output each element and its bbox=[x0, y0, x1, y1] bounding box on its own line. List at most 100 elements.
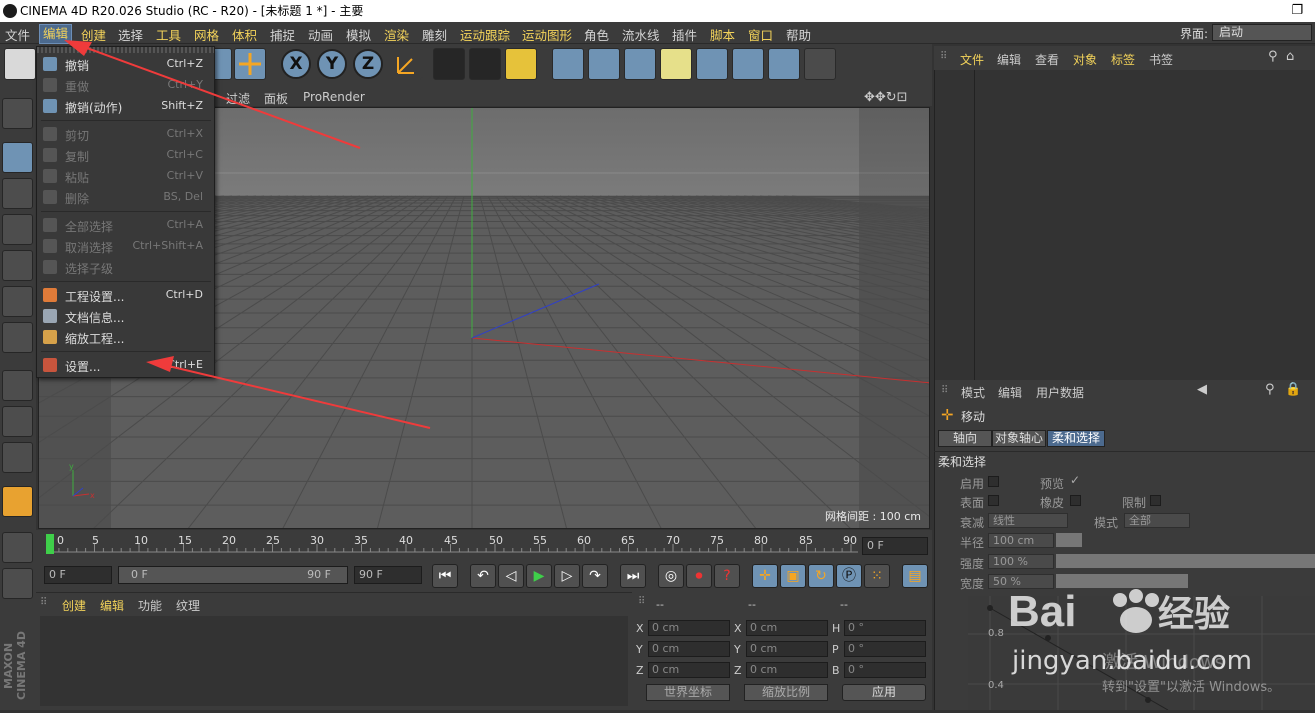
menu-item-copy[interactable]: 复制 Ctrl+C bbox=[39, 145, 213, 165]
key-rotation-icon[interactable]: ↻ bbox=[808, 564, 834, 588]
rubber-checkbox[interactable] bbox=[1070, 495, 1081, 506]
falloff-curve-graph[interactable]: 0.8 0.4 bbox=[968, 596, 1315, 711]
rotation-b-field[interactable]: 0 ° bbox=[844, 662, 926, 678]
x-axis-lock-icon[interactable]: X bbox=[281, 49, 311, 79]
menu-item-paste[interactable]: 粘贴 Ctrl+V bbox=[39, 166, 213, 186]
menu-tools[interactable]: 工具 bbox=[156, 25, 181, 44]
viewport-menu-filter[interactable]: 过滤 bbox=[226, 90, 250, 107]
size-z-field[interactable]: 0 cm bbox=[746, 662, 828, 678]
menu-item-deselect[interactable]: 取消选择 Ctrl+Shift+A bbox=[39, 236, 213, 256]
size-y-field[interactable]: 0 cm bbox=[746, 641, 828, 657]
scale-ratio-select[interactable]: 缩放比例 bbox=[744, 684, 828, 701]
array-generator-icon[interactable] bbox=[660, 48, 692, 80]
model-mode-icon[interactable] bbox=[2, 142, 33, 173]
object-manager[interactable] bbox=[934, 46, 1315, 380]
render-view-icon[interactable] bbox=[433, 48, 465, 80]
material-list[interactable] bbox=[40, 616, 628, 706]
material-menu-create[interactable]: 创建 bbox=[62, 597, 86, 614]
menu-edit[interactable]: 编辑 bbox=[39, 24, 73, 44]
next-frame-icon[interactable]: ▷ bbox=[554, 564, 580, 588]
menu-create[interactable]: 创建 bbox=[81, 25, 106, 44]
menu-item-delete[interactable]: 删除 BS, Del bbox=[39, 187, 213, 207]
material-menu-edit[interactable]: 编辑 bbox=[100, 597, 124, 614]
autokey-icon[interactable]: ⏺ bbox=[686, 564, 712, 588]
viewport-menu-panel[interactable]: 面板 bbox=[264, 90, 288, 107]
object-menu-bookmarks[interactable]: 书签 bbox=[1149, 51, 1173, 68]
menu-item-cut[interactable]: 剪切 Ctrl+X bbox=[39, 124, 213, 144]
solo-mode-icon[interactable] bbox=[2, 442, 33, 473]
prev-frame-icon[interactable]: ◁ bbox=[498, 564, 524, 588]
axis-mode-icon[interactable] bbox=[2, 370, 33, 401]
start-frame-field[interactable]: 0 F bbox=[44, 566, 112, 584]
record-keys-icon[interactable]: ◎ bbox=[658, 564, 684, 588]
menu-item-select-all[interactable]: 全部选择 Ctrl+A bbox=[39, 215, 213, 235]
rotation-p-field[interactable]: 0 ° bbox=[844, 641, 926, 657]
enable-checkbox[interactable] bbox=[988, 476, 999, 487]
timeline-ruler[interactable]: 0 5 10 15 20 25 30 35 40 45 50 55 60 65 … bbox=[36, 530, 932, 560]
key-scale-icon[interactable]: ▣ bbox=[780, 564, 806, 588]
snap-magnet-icon[interactable] bbox=[2, 486, 33, 517]
object-menu-tags[interactable]: 标签 bbox=[1111, 51, 1135, 68]
y-axis-lock-icon[interactable]: Y bbox=[317, 49, 347, 79]
menu-pipeline[interactable]: 流水线 bbox=[622, 25, 660, 44]
size-x-field[interactable]: 0 cm bbox=[746, 620, 828, 636]
key-parameter-icon[interactable]: Ⓟ bbox=[836, 564, 862, 588]
width-field[interactable]: 50 % bbox=[988, 574, 1054, 589]
material-menu-function[interactable]: 功能 bbox=[138, 597, 162, 614]
object-menu-file[interactable]: 文件 bbox=[960, 51, 984, 68]
current-frame-field[interactable]: 0 F bbox=[862, 537, 928, 555]
end-frame-field[interactable]: 90 F bbox=[354, 566, 422, 584]
radius-field[interactable]: 100 cm bbox=[988, 533, 1054, 548]
strength-slider[interactable] bbox=[1056, 554, 1315, 568]
attr-menu-mode[interactable]: 模式 bbox=[961, 384, 985, 401]
key-position-icon[interactable]: ✛ bbox=[752, 564, 778, 588]
camera-icon[interactable] bbox=[768, 48, 800, 80]
object-menu-objects[interactable]: 对象 bbox=[1073, 51, 1097, 68]
menu-file[interactable]: 文件 bbox=[5, 25, 30, 44]
menu-select[interactable]: 选择 bbox=[118, 25, 143, 44]
menu-plugins[interactable]: 插件 bbox=[672, 25, 697, 44]
search-icon[interactable]: ⚲ bbox=[1265, 382, 1275, 397]
viewport-menu-prorender[interactable]: ProRender bbox=[303, 90, 365, 104]
material-menu-texture[interactable]: 纹理 bbox=[176, 597, 200, 614]
object-manager-divider[interactable] bbox=[974, 70, 975, 380]
menu-item-project-settings[interactable]: 工程设置... Ctrl+D bbox=[39, 285, 213, 305]
workplane-lock-icon[interactable] bbox=[2, 532, 33, 563]
restore-window-icon[interactable]: ❐ bbox=[1291, 0, 1303, 22]
playhead[interactable] bbox=[46, 534, 54, 554]
menu-snap[interactable]: 捕捉 bbox=[270, 25, 295, 44]
coordinate-system-icon[interactable] bbox=[391, 48, 423, 80]
keyframe-selection-icon[interactable]: ? bbox=[714, 564, 740, 588]
polygons-mode-icon[interactable] bbox=[2, 322, 33, 353]
menu-window[interactable]: 窗口 bbox=[748, 25, 773, 44]
object-menu-edit[interactable]: 编辑 bbox=[997, 51, 1021, 68]
attr-menu-edit[interactable]: 编辑 bbox=[998, 384, 1022, 401]
menu-motion-tracking[interactable]: 运动跟踪 bbox=[460, 25, 510, 44]
falloff-select[interactable]: 线性 bbox=[988, 513, 1068, 528]
apply-button[interactable]: 应用 bbox=[842, 684, 926, 701]
undo-tool-icon[interactable] bbox=[4, 48, 36, 80]
mode-select[interactable]: 全部 bbox=[1124, 513, 1190, 528]
menu-item-document-info[interactable]: 文档信息... bbox=[39, 306, 213, 326]
position-x-field[interactable]: 0 cm bbox=[648, 620, 730, 636]
edges-mode-icon[interactable] bbox=[2, 286, 33, 317]
workplane-align-icon[interactable] bbox=[2, 568, 33, 599]
surface-checkbox[interactable] bbox=[988, 495, 999, 506]
render-picture-viewer-icon[interactable] bbox=[469, 48, 501, 80]
floor-scene-icon[interactable] bbox=[732, 48, 764, 80]
menu-item-undo-action[interactable]: 撤销(动作) Shift+Z bbox=[39, 96, 213, 116]
world-coordinates-select[interactable]: 世界坐标 bbox=[646, 684, 730, 701]
layout-select[interactable]: 启动 bbox=[1212, 24, 1312, 41]
menu-item-select-children[interactable]: 选择子级 bbox=[39, 257, 213, 277]
menu-item-scale-project[interactable]: 缩放工程... bbox=[39, 327, 213, 347]
menu-animate[interactable]: 动画 bbox=[308, 25, 333, 44]
restrict-checkbox[interactable] bbox=[1150, 495, 1161, 506]
menu-sculpt[interactable]: 雕刻 bbox=[422, 25, 447, 44]
subdivision-surface-icon[interactable] bbox=[624, 48, 656, 80]
menu-tearoff-handle[interactable] bbox=[37, 47, 214, 53]
goto-end-icon[interactable]: ⏭ bbox=[620, 564, 646, 588]
cube-primitive-icon[interactable] bbox=[552, 48, 584, 80]
move-tool-icon[interactable] bbox=[234, 48, 266, 80]
next-key-icon[interactable]: ↷ bbox=[582, 564, 608, 588]
viewport-navigation-icons[interactable]: ✥✥↻⊡ bbox=[864, 90, 908, 105]
